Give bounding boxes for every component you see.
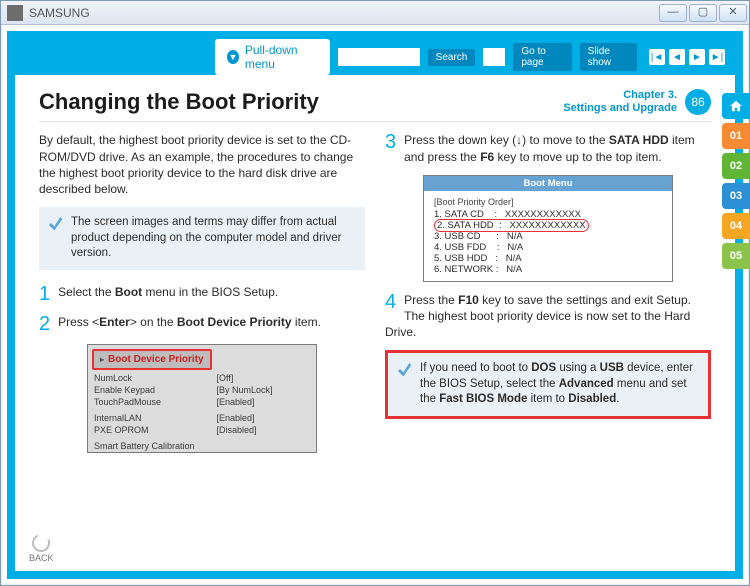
check-icon — [47, 215, 63, 231]
bios-screenshot-boot-menu: Boot Menu [Boot Priority Order] 1. SATA … — [423, 175, 673, 282]
pulldown-label: Pull-down menu — [245, 43, 318, 71]
tab-chapter-3[interactable]: 03 — [722, 183, 750, 209]
viewer-frame: ▼ Pull-down menu Search Go to page Slide… — [7, 31, 743, 579]
check-icon — [396, 361, 412, 377]
step-1: 1 Select the Boot menu in the BIOS Setup… — [39, 284, 365, 304]
step-4: 4 Press the F10 key to save the settings… — [385, 292, 711, 341]
app-icon — [7, 5, 23, 21]
side-tabs: 01 02 03 04 05 — [722, 93, 750, 269]
pulldown-menu-button[interactable]: ▼ Pull-down menu — [215, 39, 330, 75]
maximize-button[interactable]: ▢ — [689, 4, 717, 22]
tab-chapter-5[interactable]: 05 — [722, 243, 750, 269]
toolbar: ▼ Pull-down menu Search Go to page Slide… — [15, 39, 735, 75]
minimize-button[interactable]: — — [659, 4, 687, 22]
back-icon — [30, 531, 53, 554]
step-2: 2 Press <Enter> on the Boot Device Prior… — [39, 314, 365, 334]
page-number-badge: 86 — [685, 89, 711, 115]
page-title: Changing the Boot Priority — [39, 89, 319, 115]
home-icon — [729, 99, 743, 113]
titlebar: SAMSUNG — ▢ ✕ — [1, 1, 749, 25]
warning-note: If you need to boot to DOS using a USB d… — [385, 350, 711, 419]
tab-chapter-4[interactable]: 04 — [722, 213, 750, 239]
tab-chapter-1[interactable]: 01 — [722, 123, 750, 149]
step-3: 3 Press the down key (↓) to move to the … — [385, 132, 711, 164]
slideshow-button[interactable]: Slide show — [580, 43, 637, 71]
right-column: 3 Press the down key (↓) to move to the … — [385, 132, 711, 452]
info-note: The screen images and terms may differ f… — [39, 207, 365, 270]
close-button[interactable]: ✕ — [719, 4, 747, 22]
bios-screenshot-boot-device: ▸Boot Device Priority NumLock[Off] Enabl… — [87, 344, 317, 453]
chevron-down-icon: ▼ — [227, 50, 239, 64]
prev-page-button[interactable]: ◄ — [669, 49, 685, 65]
page-input[interactable] — [483, 48, 505, 66]
intro-text: By default, the highest boot priority de… — [39, 132, 365, 197]
page-content: Changing the Boot Priority Chapter 3. Se… — [15, 75, 735, 571]
chapter-label: Chapter 3. Settings and Upgrade — [563, 89, 677, 115]
search-input[interactable] — [338, 48, 420, 66]
app-window: SAMSUNG — ▢ ✕ ▼ Pull-down menu Search Go… — [0, 0, 750, 586]
search-button[interactable]: Search — [428, 49, 476, 66]
window-title: SAMSUNG — [29, 6, 659, 20]
goto-page-button[interactable]: Go to page — [513, 43, 571, 71]
left-column: By default, the highest boot priority de… — [39, 132, 365, 452]
tab-home[interactable] — [722, 93, 750, 119]
next-page-button[interactable]: ► — [689, 49, 705, 65]
first-page-button[interactable]: |◄ — [649, 49, 665, 65]
last-page-button[interactable]: ►| — [709, 49, 725, 65]
tab-chapter-2[interactable]: 02 — [722, 153, 750, 179]
back-button[interactable]: BACK — [29, 534, 54, 563]
